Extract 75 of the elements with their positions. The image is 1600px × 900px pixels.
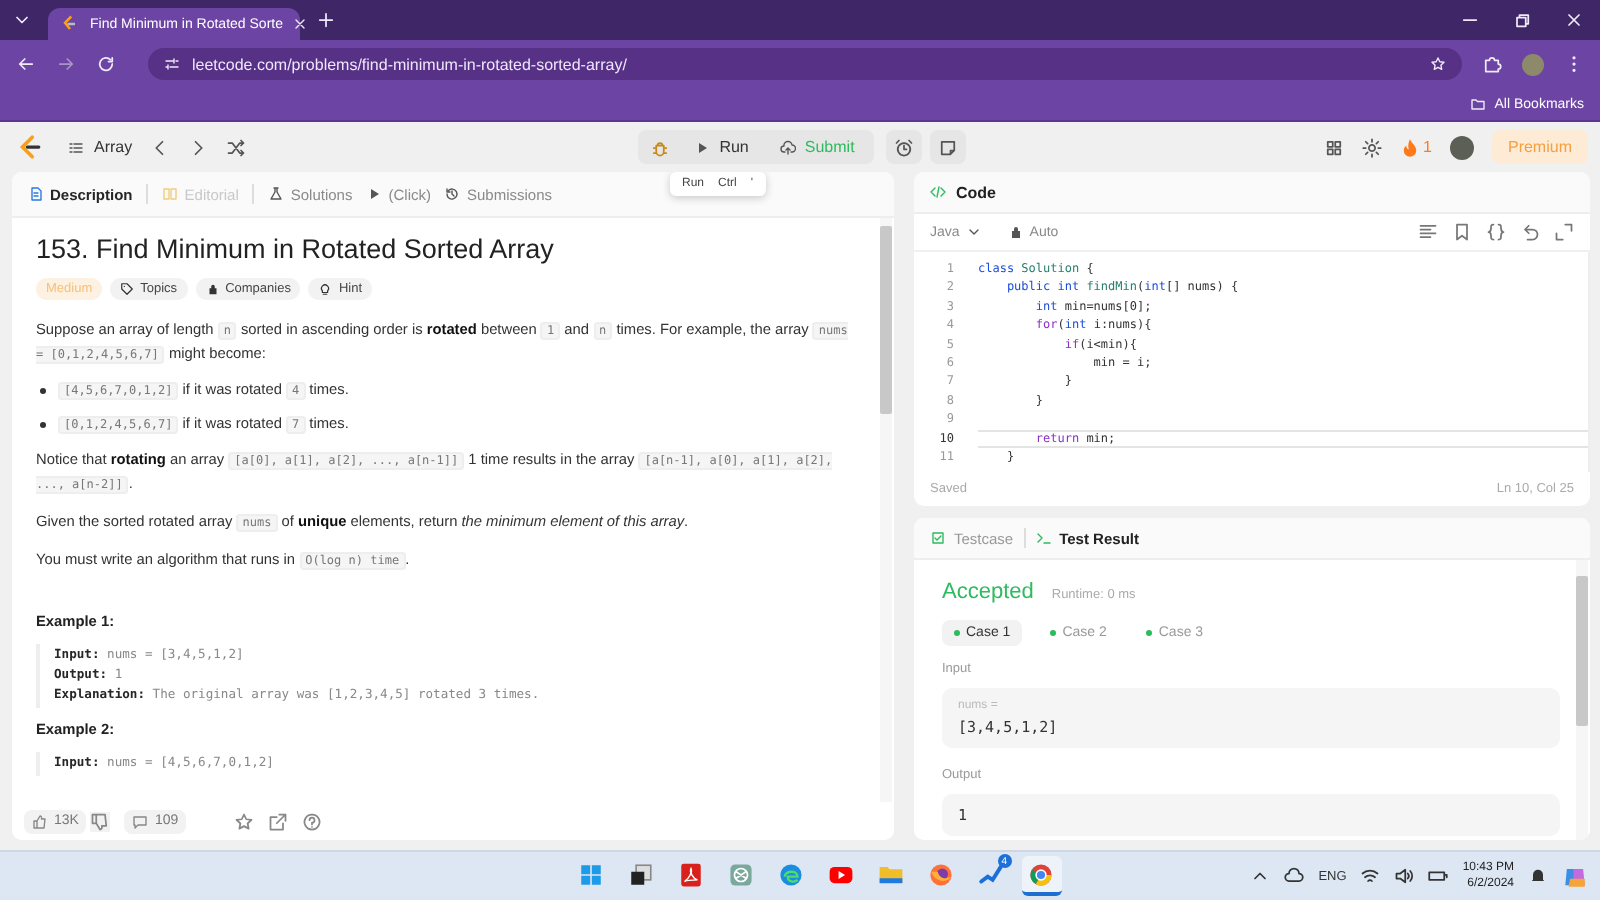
folder-icon [878,861,905,887]
flask-icon [268,186,285,202]
extensions-icon[interactable] [1482,54,1502,74]
battery-icon[interactable] [1428,866,1449,886]
timer-button[interactable] [886,130,923,164]
video-icon [828,861,855,887]
swirl-icon [778,861,805,887]
problem-list-button[interactable]: Array [68,138,133,156]
assistant-icon[interactable] [1562,863,1588,889]
avatar[interactable] [1449,135,1474,159]
layout-icon[interactable] [1323,137,1344,157]
close-icon[interactable] [1564,10,1584,30]
thumbs-up-icon [32,813,48,829]
knot-icon [728,861,755,887]
shuffle-icon[interactable] [226,137,247,157]
reload-icon[interactable] [96,54,116,74]
lock-icon [205,282,220,296]
lock-icon [1007,224,1024,240]
bulb-icon [318,282,333,296]
history-icon [444,186,461,202]
start-icon [578,861,605,887]
browser-icon [1028,861,1055,887]
book-icon [162,186,179,202]
bullet-dot [40,422,46,428]
fox-icon [928,861,955,887]
note-icon [938,137,959,157]
windows-icon [628,861,655,887]
bookmark-star-icon[interactable] [1430,56,1446,72]
play-icon [366,186,383,202]
site-settings-icon[interactable] [164,56,180,72]
volume-icon[interactable] [1394,866,1415,886]
folder-icon [1470,96,1487,112]
play-icon [693,139,710,155]
notes-button[interactable] [930,130,967,164]
forward-icon[interactable] [56,54,76,74]
restore-icon[interactable] [1512,10,1532,30]
url-text: leetcode.com/problems/find-minimum-in-rotated-sorted-array/ [192,55,627,73]
bullet-dot [40,388,46,394]
streak-count: 1 [1423,138,1432,156]
thumbs-down-icon[interactable] [90,811,111,831]
alarm-icon [894,137,915,157]
chevron-down-icon [965,224,982,240]
run-button[interactable]: Run [685,138,757,156]
wifi-icon[interactable] [1360,866,1381,886]
code-icon [930,184,946,200]
settings-icon[interactable] [1361,137,1382,157]
back-icon[interactable] [16,54,36,74]
expand-icon[interactable] [1554,222,1574,242]
terminal-icon [1035,530,1052,546]
pdf-icon [678,861,705,887]
share-icon[interactable] [268,811,289,831]
panel-title: Code [956,183,996,201]
tag-icon [120,282,135,296]
bell-icon[interactable] [1528,866,1548,886]
address-field[interactable]: leetcode.com/problems/find-minimum-in-rotated-sorted-array/ [148,48,1462,80]
close-icon[interactable] [292,16,309,32]
doc-icon [28,186,44,202]
site-logo-icon [60,14,80,34]
list-icon [68,139,84,155]
checkbox-icon [930,530,946,546]
reset-icon[interactable] [1520,222,1540,242]
problem-title: 153. Find Minimum in Rotated Sorted Array [36,234,556,264]
star-icon[interactable] [234,811,255,831]
cloud-icon[interactable] [1284,866,1305,886]
scrollbar[interactable] [1576,560,1588,840]
comment-icon [132,813,149,829]
format-icon[interactable] [1418,222,1438,242]
scrollbar[interactable] [880,218,892,802]
new-tab-icon[interactable] [316,10,336,30]
braces-icon[interactable] [1486,222,1506,242]
logo-icon[interactable] [16,134,42,160]
help-icon[interactable] [302,811,323,831]
verdict-label: Accepted [942,580,1034,604]
bookmark-icon[interactable] [1452,222,1472,242]
upload-icon [780,139,797,155]
